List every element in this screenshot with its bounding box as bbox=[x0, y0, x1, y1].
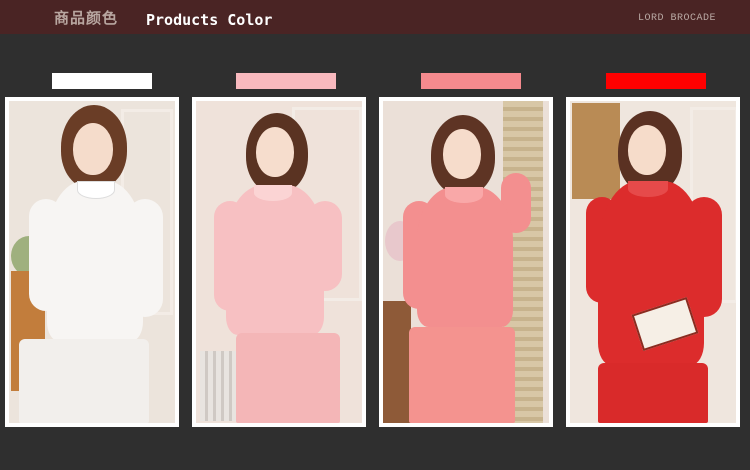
photo-board bbox=[572, 103, 620, 199]
color-swatch-coral-pink[interactable] bbox=[421, 73, 521, 89]
garment-collar bbox=[77, 181, 115, 199]
garment-top bbox=[47, 181, 143, 341]
color-swatch-red[interactable] bbox=[606, 73, 706, 89]
model-face bbox=[73, 123, 113, 175]
model-face bbox=[628, 125, 666, 175]
cabinet bbox=[383, 301, 411, 423]
garment-pants bbox=[409, 327, 515, 423]
header-bar: 商品颜色 Products Color LORD BROCADE bbox=[0, 0, 750, 34]
product-photo bbox=[9, 101, 175, 423]
color-swatch-light-pink[interactable] bbox=[236, 73, 336, 89]
product-photo-card-coral-pink[interactable] bbox=[379, 97, 553, 427]
product-photo-card-white[interactable] bbox=[5, 97, 179, 427]
garment-top bbox=[226, 185, 324, 335]
product-photo bbox=[570, 101, 736, 423]
garment-pants bbox=[19, 339, 149, 423]
model-face bbox=[443, 129, 481, 179]
garment-pants bbox=[236, 333, 340, 423]
garment-top bbox=[417, 187, 513, 327]
product-photo bbox=[196, 101, 362, 423]
model-face bbox=[256, 127, 294, 177]
section-title-english: Products Color bbox=[146, 11, 273, 29]
product-photo bbox=[383, 101, 549, 423]
garment-collar bbox=[628, 181, 668, 197]
garment-collar bbox=[445, 187, 483, 203]
product-photo-card-light-pink[interactable] bbox=[192, 97, 366, 427]
garment-collar bbox=[254, 185, 292, 201]
section-title-chinese: 商品颜色 bbox=[54, 9, 119, 27]
product-photo-card-red[interactable] bbox=[566, 97, 740, 427]
brand-name: LORD BROCADE bbox=[637, 13, 716, 24]
garment-pants bbox=[598, 363, 708, 423]
color-swatch-white[interactable] bbox=[52, 73, 152, 89]
